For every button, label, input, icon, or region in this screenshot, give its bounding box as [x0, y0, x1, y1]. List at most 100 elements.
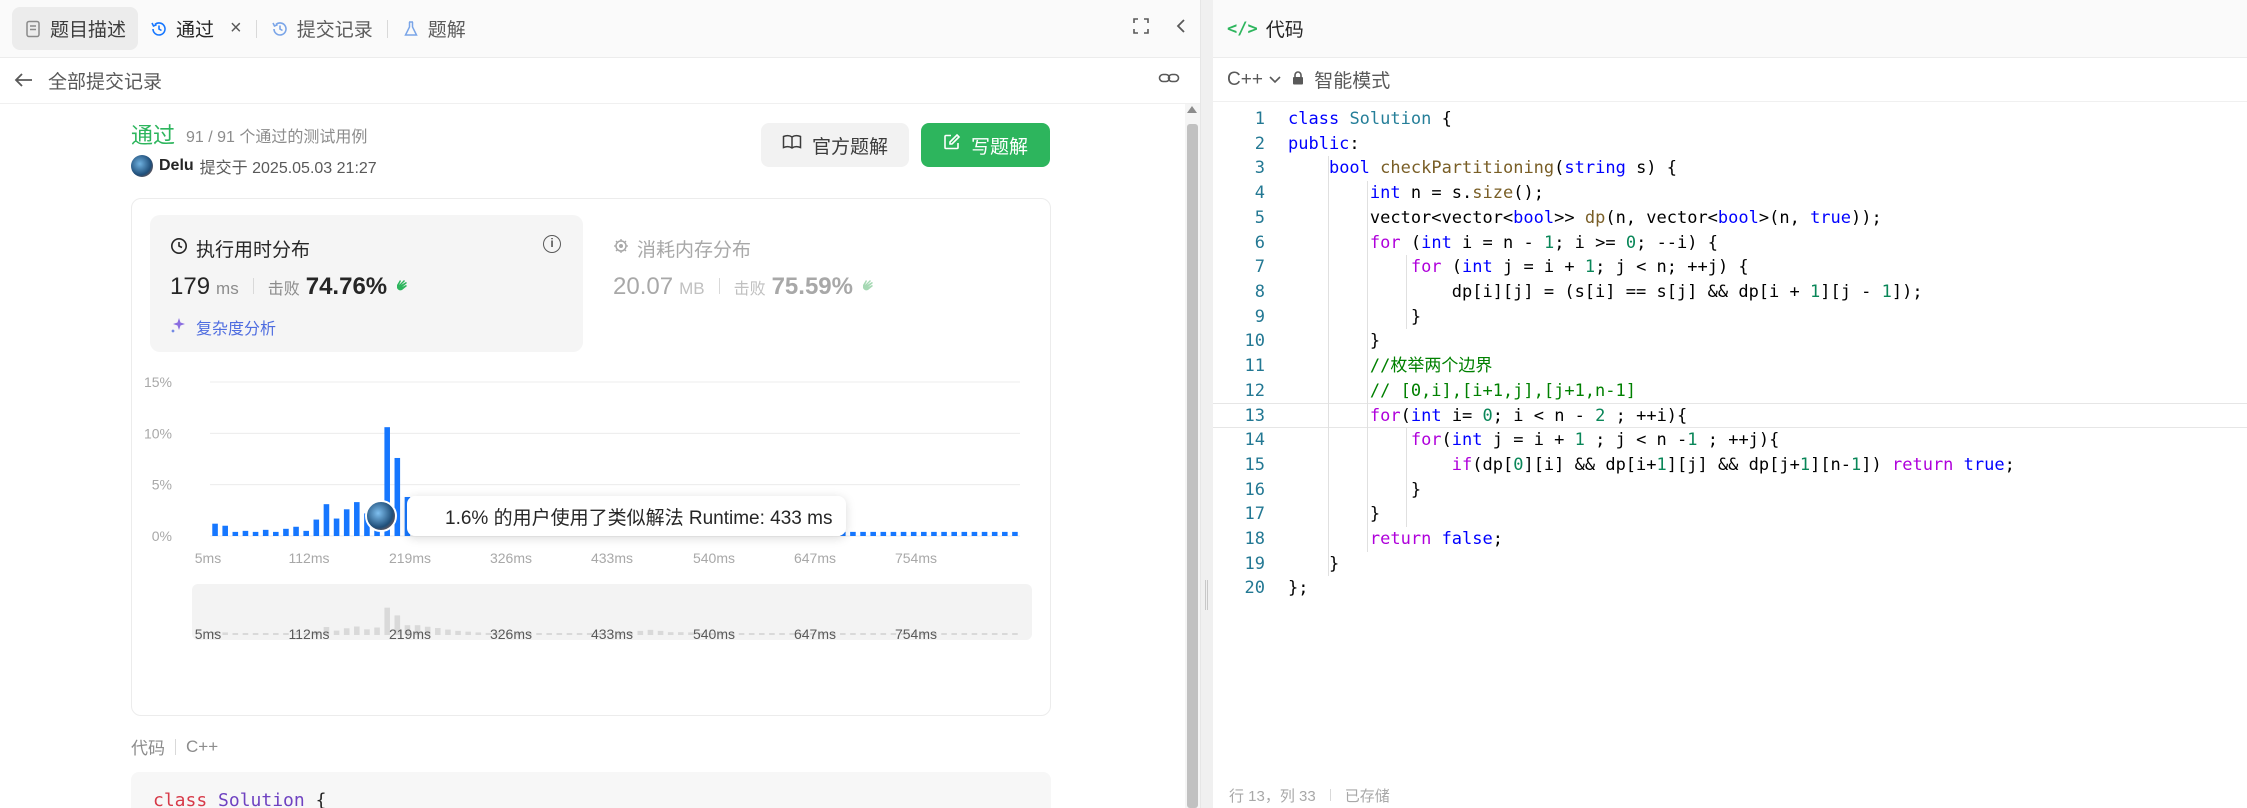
code-line[interactable]: 16 } — [1213, 478, 2247, 503]
username[interactable]: Delu — [159, 157, 194, 175]
lock-icon — [1292, 70, 1304, 89]
chart-bar[interactable] — [323, 504, 330, 536]
chart-bar[interactable] — [900, 531, 907, 536]
chart-bar[interactable] — [333, 518, 340, 536]
code-line[interactable]: 20}; — [1213, 576, 2247, 601]
code-line[interactable]: 2 public: — [1213, 132, 2247, 157]
navigator-bar — [748, 633, 755, 635]
code-line[interactable]: 14 for(int j = i + 1 ; j < n -1 ; ++j){ — [1213, 428, 2247, 453]
back-arrow-icon[interactable] — [14, 68, 34, 94]
chart-tooltip: 1.6% 的用户使用了类似解法 Runtime: 433 ms — [407, 496, 847, 536]
tab-accepted-label: 通过 — [176, 20, 215, 41]
official-solution-button[interactable]: 官方题解 — [761, 123, 909, 167]
code-line[interactable]: 4 int n = s.size(); — [1213, 181, 2247, 206]
code-line[interactable]: 17 } — [1213, 502, 2247, 527]
chart-bar[interactable] — [394, 457, 401, 536]
code-line[interactable]: 3 bool checkPartitioning(string s) { — [1213, 156, 2247, 181]
collapse-icon[interactable] — [1174, 17, 1188, 41]
chart-bar[interactable] — [293, 526, 299, 536]
code-line[interactable]: 9 } — [1213, 305, 2247, 330]
navigator-bar — [252, 633, 259, 635]
chart-bar[interactable] — [313, 519, 320, 536]
chart-bar[interactable] — [262, 529, 269, 536]
code-line[interactable]: 1 class Solution { — [1213, 107, 2247, 132]
chart-bar[interactable] — [971, 531, 978, 536]
chart-bar[interactable] — [1012, 531, 1018, 536]
chart-bar[interactable] — [921, 531, 927, 536]
code-text: } — [1288, 479, 1422, 500]
code-editor[interactable]: 1 class Solution {2 public: 3 bool checkPar… — [1213, 102, 2247, 782]
drag-handle-icon[interactable] — [1205, 580, 1208, 610]
code-line[interactable]: 12 // [0,i],[i+1,j],[j+1,n-1] — [1213, 379, 2247, 404]
chart-bar[interactable] — [931, 531, 937, 536]
tab-solutions[interactable]: 题解 — [390, 7, 478, 50]
close-icon[interactable]: × — [230, 17, 242, 40]
navigator-bar — [333, 630, 340, 635]
navigator-tick-label: 112ms — [289, 626, 330, 642]
line-number: 11 — [1244, 356, 1265, 376]
chart-bar[interactable] — [991, 531, 998, 536]
code-line[interactable]: 6 for (int i = n - 1; i >= 0; --i) { — [1213, 231, 2247, 256]
fullscreen-icon[interactable] — [1132, 17, 1150, 41]
chart-bar[interactable] — [850, 531, 856, 536]
scrollbar-thumb[interactable] — [1187, 124, 1198, 808]
memory-panel[interactable]: 消耗内存分布 20.07 MB 击败 75.59% — [603, 215, 1023, 352]
navigator-bar — [678, 632, 684, 635]
tab-submissions[interactable]: 提交记录 — [259, 7, 385, 50]
code-line[interactable]: 5 vector<vector<bool>> dp(n, vector<bool… — [1213, 206, 2247, 231]
chart-bar[interactable] — [222, 525, 228, 536]
chart-bar[interactable] — [870, 531, 876, 536]
chart-bar[interactable] — [303, 530, 309, 536]
chart-bar[interactable] — [981, 531, 988, 536]
avatar[interactable] — [131, 155, 153, 177]
code-line[interactable]: 11 //枚举两个边界 — [1213, 354, 2247, 379]
code-line[interactable]: 15 if(dp[0][i] && dp[i+1][j] && dp[j+1][… — [1213, 453, 2247, 478]
navigator-bar — [951, 633, 957, 635]
code-line[interactable]: 18 return false; — [1213, 527, 2247, 552]
chart-bar[interactable] — [890, 531, 897, 536]
divider — [252, 278, 254, 294]
chart-bar[interactable] — [343, 509, 350, 536]
code-line[interactable]: 13 for(int i= 0; i < n - 2 ; ++i){ — [1213, 403, 2247, 429]
runtime-panel[interactable]: 执行用时分布 i 179 ms 击败 74.76% 复杂度分析 — [150, 215, 583, 352]
tab-accepted[interactable]: 通过 × — [138, 7, 254, 50]
link-icon[interactable] — [1158, 70, 1180, 92]
runtime-distribution-chart[interactable]: 15% 10% 5% 0% 5ms 112ms 219ms 326ms 433ms 540ms 64… — [132, 359, 1050, 715]
chart-bar[interactable] — [212, 523, 218, 536]
tab-description[interactable]: 题目描述 — [12, 7, 139, 50]
write-solution-button[interactable]: 写题解 — [921, 123, 1050, 167]
scroll-up-icon[interactable] — [1187, 106, 1197, 113]
chart-bar[interactable] — [354, 502, 360, 536]
code-line[interactable]: 8 dp[i][j] = (s[i] == s[j] && dp[i + 1][… — [1213, 280, 2247, 305]
info-icon[interactable]: i — [543, 235, 561, 253]
chart-bar[interactable] — [242, 530, 249, 536]
all-submissions-link[interactable]: 全部提交记录 — [48, 67, 162, 94]
panel-resizer[interactable] — [1201, 0, 1213, 808]
complexity-analysis-link[interactable]: 复杂度分析 — [170, 315, 276, 339]
submission-detail: 通过 91 / 91 个通过的测试用例 Delu 提交于 2025.05.03 … — [0, 104, 1186, 808]
chart-bar[interactable] — [252, 531, 259, 536]
chart-bar[interactable] — [283, 528, 289, 536]
divider — [718, 278, 720, 294]
navigator-bar — [850, 633, 856, 635]
navigator-bar — [769, 633, 775, 635]
tab-bar: 题目描述 通过 × 提交记录 题解 — [0, 0, 1200, 58]
chart-bar[interactable] — [273, 531, 279, 536]
chart-bar[interactable] — [941, 531, 947, 536]
editor-status-bar: 行 13，列 33 已存储 — [1213, 782, 2247, 808]
chart-bar[interactable] — [880, 531, 887, 536]
chart-bar[interactable] — [860, 531, 866, 536]
smart-mode-toggle[interactable]: 智能模式 — [1314, 66, 1390, 93]
chart-bar[interactable] — [961, 531, 968, 536]
line-number: 18 — [1244, 528, 1265, 549]
code-line[interactable]: 19 } — [1213, 552, 2247, 577]
chart-bar[interactable] — [232, 531, 239, 536]
chart-bar[interactable] — [910, 531, 917, 536]
code-line[interactable]: 7 for (int j = i + 1; j < n; ++j) { — [1213, 255, 2247, 280]
chart-bar[interactable] — [1002, 531, 1008, 536]
code-text: public: — [1288, 133, 1360, 154]
language-selector[interactable]: C++ — [1227, 69, 1282, 91]
navigator-bar — [667, 632, 674, 635]
code-line[interactable]: 10 } — [1213, 329, 2247, 354]
chart-bar[interactable] — [951, 531, 957, 536]
